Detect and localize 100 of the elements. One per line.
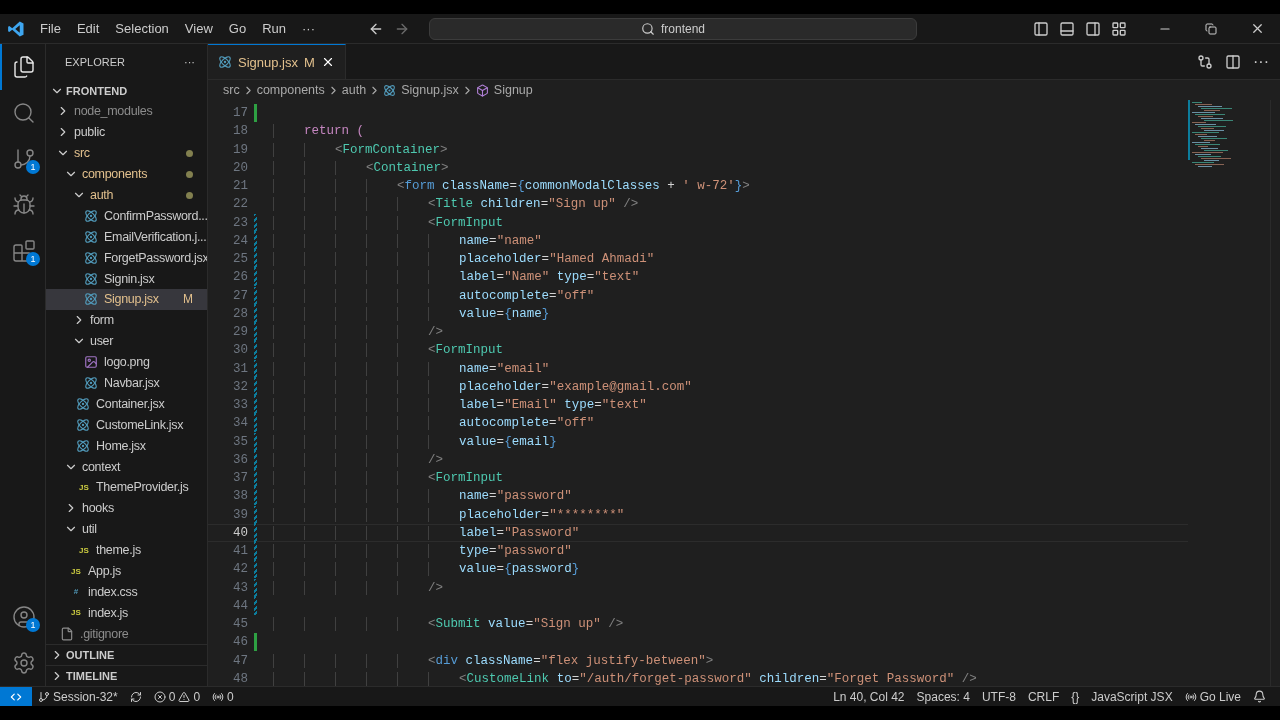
file-name: src: [74, 146, 91, 161]
file-name: context: [82, 459, 122, 474]
search-field[interactable]: frontend: [429, 17, 917, 40]
line-number: 30: [232, 343, 248, 358]
file-name: .gitignore: [80, 626, 130, 641]
tree-item[interactable]: JS ThemeProvider.js: [46, 477, 207, 498]
tree-item[interactable]: public: [46, 121, 207, 143]
code-line: return (: [273, 124, 365, 139]
tree-item[interactable]: logo.png: [46, 351, 207, 373]
line-number: 48: [232, 671, 248, 686]
atom-icon: [218, 55, 232, 69]
section-header[interactable]: OUTLINE: [46, 644, 207, 665]
tree-item[interactable]: JS index.js: [46, 602, 207, 624]
tree-item[interactable]: user: [46, 330, 207, 352]
atom-icon: [76, 396, 90, 411]
go-live-button[interactable]: Go Live: [1178, 689, 1247, 704]
tree-item[interactable]: hooks: [46, 497, 207, 519]
line-number: 45: [232, 617, 248, 632]
remote-button[interactable]: [0, 687, 32, 706]
code-line: label="Password": [273, 525, 580, 540]
branch-icon: [38, 690, 50, 703]
branch-button[interactable]: Session-32*: [32, 689, 124, 704]
more-menu[interactable]: ···: [294, 21, 323, 36]
activity-bar-button[interactable]: 1: [0, 594, 45, 640]
menu-item[interactable]: Go: [220, 21, 255, 36]
breadcrumb-item[interactable]: components: [256, 83, 325, 97]
status-item[interactable]: UTF-8: [975, 689, 1022, 704]
error-icon: [153, 690, 166, 703]
line-number: 43: [232, 580, 248, 595]
menu-item[interactable]: View: [176, 21, 221, 36]
line-number: 34: [232, 416, 248, 431]
code-line: value={password}: [273, 562, 580, 577]
tree-item[interactable]: JS App.js: [46, 560, 207, 582]
tree-item[interactable]: ConfirmPassword...: [46, 205, 207, 227]
tree-item[interactable]: Signup.jsx M: [46, 289, 207, 310]
status-item[interactable]: Spaces: 4: [910, 689, 976, 704]
problems-button[interactable]: 0 0: [147, 689, 207, 704]
line-number: 23: [232, 215, 248, 230]
menu-item[interactable]: Selection: [107, 21, 177, 36]
tree-item[interactable]: JS theme.js: [46, 539, 207, 561]
file-name: Container.jsx: [96, 396, 166, 411]
file-name: CustomeLink.jsx: [96, 417, 185, 432]
status-item[interactable]: CRLF: [1021, 689, 1066, 704]
line-number: 37: [232, 471, 248, 486]
tree-item[interactable]: util: [46, 518, 207, 540]
tree-item[interactable]: context: [46, 456, 207, 478]
ports-button[interactable]: 0: [206, 689, 240, 704]
file-name: theme.js: [96, 543, 142, 558]
code-line: <FormContainer>: [273, 142, 448, 157]
braces-icon[interactable]: {}: [1065, 689, 1086, 704]
tree-item[interactable]: Home.jsx: [46, 435, 207, 457]
code-line: />: [273, 580, 444, 595]
atom-icon: [383, 83, 397, 97]
file-name: form: [90, 313, 115, 328]
atom-icon: [84, 208, 98, 223]
tree-item[interactable]: src: [46, 142, 207, 164]
breadcrumb-item[interactable]: auth: [341, 83, 367, 97]
line-number: 27: [232, 288, 248, 303]
tree-item[interactable]: .gitignore: [46, 623, 207, 644]
menu-item[interactable]: Edit: [68, 21, 108, 36]
tree-item[interactable]: # index.css: [46, 581, 207, 603]
editor-tab[interactable]: Signup.jsx M: [208, 44, 346, 79]
tree-item[interactable]: Navbar.jsx: [46, 372, 207, 394]
tree-item[interactable]: auth: [46, 184, 207, 206]
breadcrumb-item[interactable]: Signup.jsx: [401, 83, 459, 97]
section-header[interactable]: FRONTEND: [46, 80, 207, 101]
warning-count: 0: [193, 689, 201, 704]
settings-icon: [11, 651, 36, 675]
file-name: public: [74, 125, 106, 140]
file-name: App.js: [88, 564, 122, 579]
line-number: 41: [232, 544, 248, 559]
menu-item[interactable]: File: [32, 21, 69, 36]
activity-bar-button[interactable]: 1: [0, 228, 45, 274]
more-actions[interactable]: ···: [1248, 49, 1274, 74]
status-item[interactable]: Ln 40, Col 42: [827, 689, 911, 704]
menu-item[interactable]: Run: [254, 21, 294, 36]
code-line: <Submit value="Sign up" />: [273, 617, 624, 632]
tree-item[interactable]: components: [46, 163, 207, 185]
code-line: <form className={commonModalClasses + ' w-72'}>: [273, 179, 750, 194]
language-mode[interactable]: JavaScript JSX: [1085, 689, 1179, 704]
tree-item[interactable]: form: [46, 309, 207, 331]
tree-item[interactable]: EmailVerification.j...: [46, 226, 207, 248]
tree-item[interactable]: node_modules: [46, 101, 207, 122]
more-actions[interactable]: ···: [184, 56, 195, 68]
code-line: <CustomeLink to="/auth/forget-password" children="Forget Password" />: [273, 671, 977, 686]
breadcrumb-item[interactable]: src: [223, 83, 240, 97]
code-line: <Title children="Sign up" />: [273, 197, 639, 212]
tree-item[interactable]: Signin.jsx: [46, 268, 207, 289]
file-name: Signin.jsx: [104, 271, 156, 286]
activity-bar-button[interactable]: 1: [0, 136, 45, 182]
file-type-icon: JS: [68, 566, 84, 576]
breadcrumb-item[interactable]: Signup: [493, 83, 533, 97]
line-number: 26: [232, 270, 248, 285]
change-dot: [186, 170, 193, 178]
line-number: 28: [232, 306, 248, 321]
tree-item[interactable]: Container.jsx: [46, 393, 207, 415]
code-line: <FormInput: [273, 215, 504, 230]
broadcast-icon: [212, 690, 225, 703]
tree-item[interactable]: CustomeLink.jsx: [46, 414, 207, 436]
file-name: Navbar.jsx: [104, 376, 161, 390]
